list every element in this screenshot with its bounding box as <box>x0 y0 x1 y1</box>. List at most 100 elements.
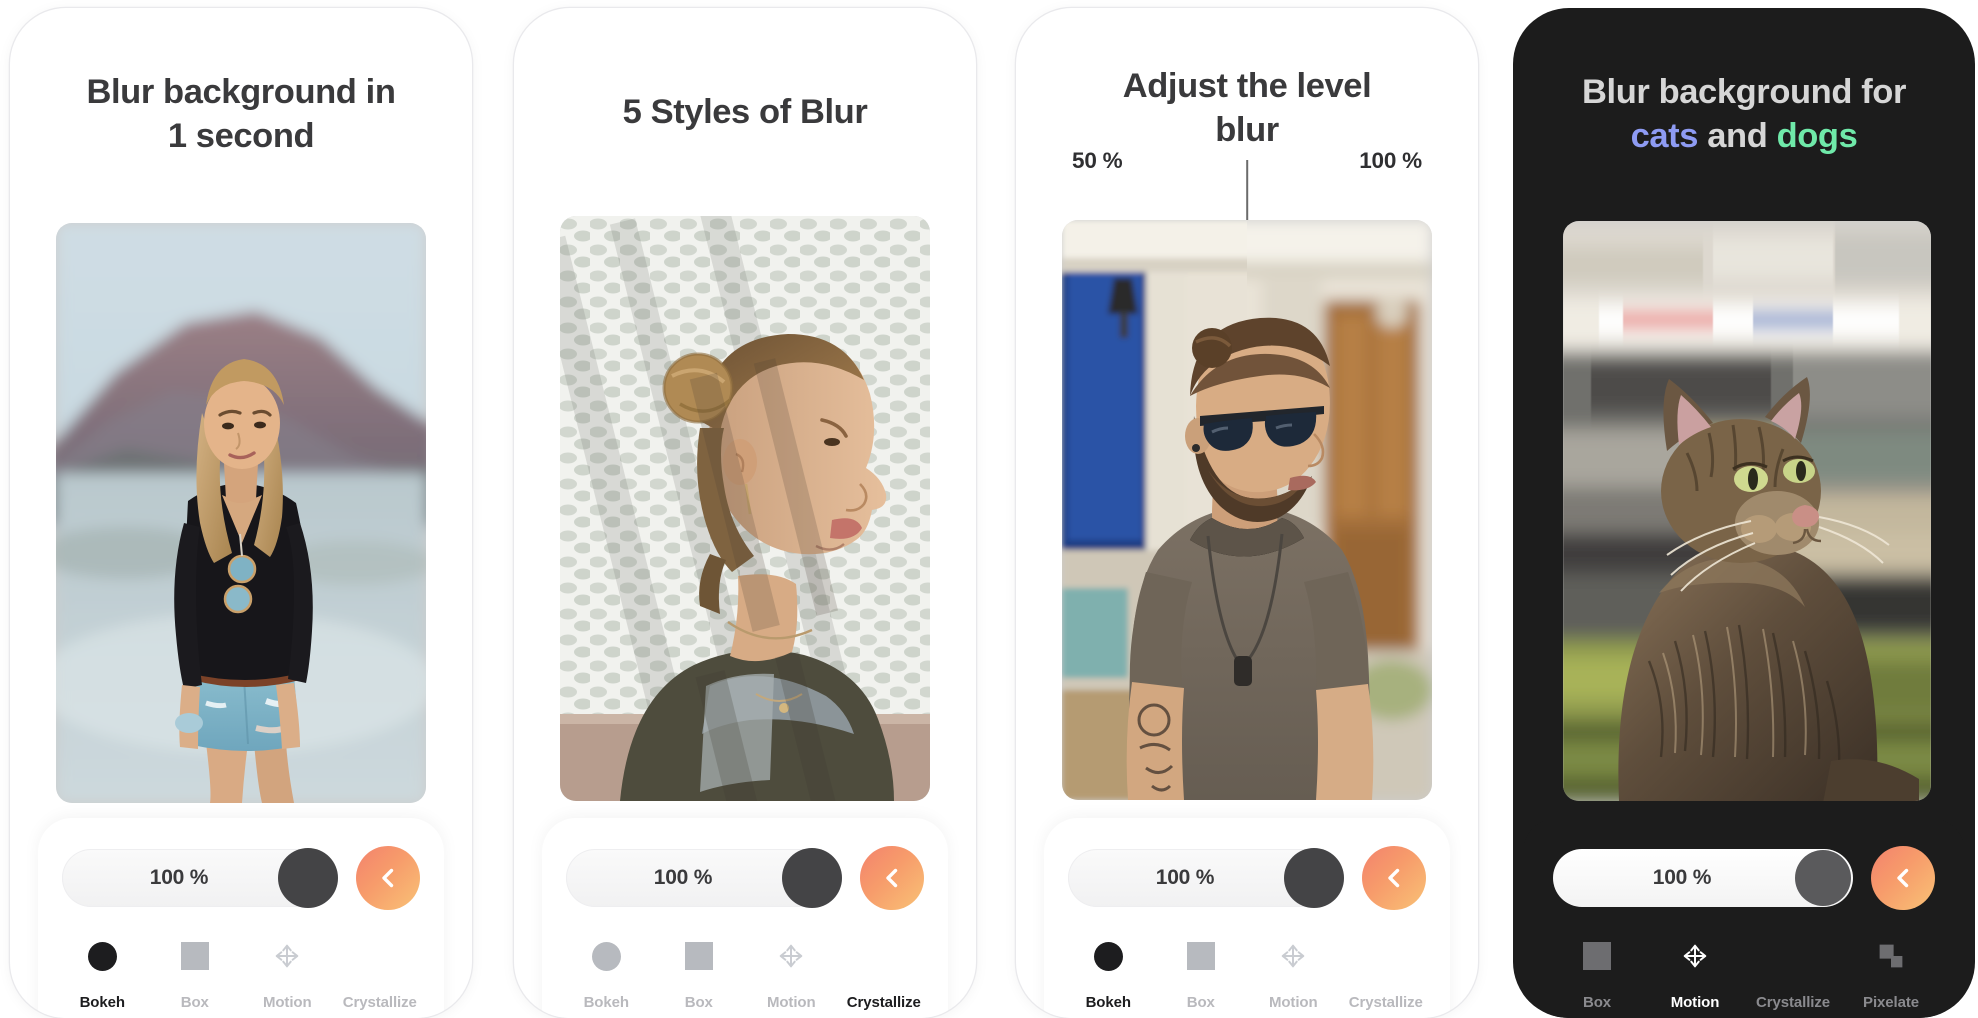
headline-line-1: Blur background for <box>1582 73 1906 111</box>
card-2-tool-strip: Bokeh Box Motion Crystallize <box>560 936 930 1011</box>
card-2-control-sheet: 100 % Bokeh Box Motion Crystallize <box>542 818 948 1018</box>
card-1-control-sheet: 100 % Bokeh Box Motion Crystallize <box>38 818 444 1018</box>
screenshot-gallery: Blur background in 1 second 100 % Bokeh … <box>0 0 1978 1018</box>
blur-intensity-slider[interactable]: 100 % <box>1553 849 1853 907</box>
card-4-headline: Blur background for cats and dogs <box>1513 70 1975 158</box>
card-1-slider-row: 100 % <box>62 846 420 910</box>
blur-intensity-slider[interactable]: 100 % <box>1068 848 1344 908</box>
chevron-left-icon <box>886 868 898 888</box>
headline-word-dogs: dogs <box>1776 117 1858 156</box>
slider-knob[interactable] <box>278 848 338 908</box>
square-icon <box>149 936 242 976</box>
slider-knob[interactable] <box>1795 850 1851 906</box>
card-1-headline: Blur background in 1 second <box>10 70 472 158</box>
photo-portrait-wall <box>560 216 930 801</box>
tool-label: Bokeh <box>583 994 629 1011</box>
tool-box[interactable]: Box <box>149 936 242 1011</box>
move-arrows-icon <box>241 936 334 976</box>
slider-knob[interactable] <box>1284 848 1344 908</box>
screenshot-card-3: Adjust the level blur 50 % 100 % 100 % B… <box>1016 8 1478 1018</box>
move-arrows-icon <box>745 936 838 976</box>
tool-box[interactable]: Box <box>1549 936 1645 1011</box>
screenshot-card-2: 5 Styles of Blur 100 % Bokeh Box Motion … <box>514 8 976 1018</box>
tool-bokeh[interactable]: Bokeh <box>56 936 149 1011</box>
tool-label: Crystallize <box>1756 994 1830 1011</box>
slider-knob[interactable] <box>782 848 842 908</box>
card-4-slider-row: 100 % <box>1553 846 1935 910</box>
headline-word-and: and <box>1698 117 1777 156</box>
tool-pixelate[interactable]: Pixelate <box>1843 936 1939 1011</box>
tool-box[interactable]: Box <box>1155 936 1248 1011</box>
slider-value-label: 100 % <box>653 866 713 889</box>
tool-bokeh[interactable]: Bokeh <box>560 936 653 1011</box>
headline-line-2: cats and dogs <box>1539 114 1949 158</box>
compare-left-label: 50 % <box>1072 148 1123 173</box>
move-arrows-icon <box>1247 936 1340 976</box>
headline-line-1: 5 Styles of Blur <box>622 93 868 131</box>
card-3-headline: Adjust the level blur <box>1016 64 1478 152</box>
headline-word-cats: cats <box>1630 117 1699 156</box>
slider-value-label: 100 % <box>149 866 209 889</box>
tool-label: Crystallize <box>1348 994 1423 1011</box>
blur-intensity-slider[interactable]: 100 % <box>566 848 842 908</box>
tool-motion[interactable]: Motion <box>241 936 334 1011</box>
compare-labels: 50 % 100 % <box>1016 148 1478 224</box>
card-4-tool-strip: Box Motion Crystallize Pixelate <box>1549 936 1939 1011</box>
pixelate-icon <box>1843 936 1939 976</box>
back-button[interactable] <box>860 846 924 910</box>
screenshot-card-1: Blur background in 1 second 100 % Bokeh … <box>10 8 472 1018</box>
slider-value-label: 100 % <box>1155 866 1215 889</box>
back-button[interactable] <box>1362 846 1426 910</box>
tool-label: Crystallize <box>342 994 417 1011</box>
tool-crystallize[interactable]: Crystallize <box>1340 936 1433 1011</box>
tool-label: Motion <box>1268 994 1318 1011</box>
circle-icon <box>56 936 149 976</box>
card-3-photo <box>1062 220 1432 800</box>
photo-portrait-desert <box>56 223 426 803</box>
square-icon <box>653 936 746 976</box>
card-1-photo <box>56 223 426 803</box>
tool-label: Box <box>180 994 209 1011</box>
compare-divider <box>1246 160 1248 224</box>
tool-label: Motion <box>766 994 816 1011</box>
photo-cat-cafe <box>1563 221 1931 801</box>
tool-label: Motion <box>262 994 312 1011</box>
tool-label: Pixelate <box>1863 994 1919 1011</box>
back-button[interactable] <box>1871 846 1935 910</box>
blur-intensity-slider[interactable]: 100 % <box>62 848 338 908</box>
card-1-tool-strip: Bokeh Box Motion Crystallize <box>56 936 426 1011</box>
square-icon <box>1155 936 1248 976</box>
tool-label: Bokeh <box>79 994 125 1011</box>
tool-label: Box <box>1186 994 1215 1011</box>
tool-crystallize[interactable]: Crystallize <box>838 936 931 1011</box>
tool-label: Crystallize <box>846 994 921 1011</box>
card-2-headline: 5 Styles of Blur <box>514 90 976 134</box>
tool-label: Motion <box>1670 994 1720 1011</box>
chevron-left-icon <box>382 868 394 888</box>
card-3-tool-strip: Bokeh Box Motion Crystallize <box>1062 936 1432 1011</box>
headline-line-1: Blur background in <box>86 73 396 111</box>
tool-label: Box <box>1582 994 1612 1011</box>
headline-line-2: 1 second <box>167 117 315 156</box>
tool-label: Box <box>684 994 713 1011</box>
headline-line-1: Adjust the level <box>1122 67 1372 105</box>
photo-portrait-street <box>1062 220 1432 800</box>
tool-crystallize[interactable]: Crystallize <box>1745 936 1841 1011</box>
circle-icon <box>560 936 653 976</box>
card-4-photo <box>1563 221 1931 801</box>
tool-bokeh[interactable]: Bokeh <box>1062 936 1155 1011</box>
tool-crystallize[interactable]: Crystallize <box>334 936 427 1011</box>
move-arrows-icon <box>1647 936 1743 976</box>
card-4-control-sheet: 100 % Box Motion Crystallize Pixelate <box>1523 818 1965 1018</box>
tool-box[interactable]: Box <box>653 936 746 1011</box>
back-button[interactable] <box>356 846 420 910</box>
tool-motion[interactable]: Motion <box>1247 936 1340 1011</box>
tool-motion[interactable]: Motion <box>1647 936 1743 1011</box>
card-3-control-sheet: 100 % Bokeh Box Motion Crystallize <box>1044 818 1450 1018</box>
slider-value-label: 100 % <box>1652 866 1712 889</box>
card-2-photo <box>560 216 930 801</box>
tool-motion[interactable]: Motion <box>745 936 838 1011</box>
card-2-slider-row: 100 % <box>566 846 924 910</box>
chevron-left-icon <box>1388 868 1400 888</box>
screenshot-card-4: Blur background for cats and dogs 100 % … <box>1513 8 1975 1018</box>
